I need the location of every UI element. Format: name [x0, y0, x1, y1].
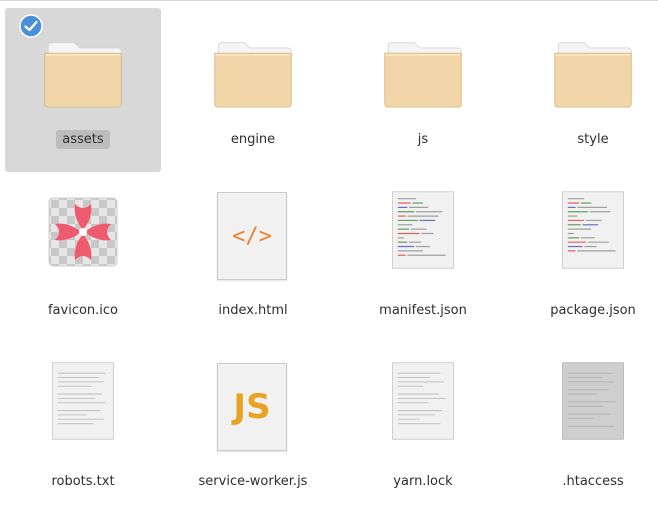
file-item-style[interactable]: style — [515, 8, 658, 172]
text-file-icon — [52, 362, 114, 440]
file-item-assets[interactable]: assets — [5, 8, 161, 172]
js-file-icon: JS — [213, 361, 293, 451]
file-item-robots-txt[interactable]: robots.txt — [5, 350, 161, 514]
file-name-label: service-worker.js — [198, 474, 308, 489]
file-item-js[interactable]: js — [345, 8, 501, 172]
file-name-label: .htaccess — [562, 474, 624, 489]
file-item-htaccess[interactable]: .htaccess — [515, 350, 658, 514]
folder-icon — [44, 42, 122, 108]
file-item-favicon[interactable]: favicon.ico — [5, 180, 161, 344]
file-grid: assets engine js style favicon.ico </> i… — [0, 0, 658, 502]
html-file-icon: </> — [213, 190, 293, 280]
js-glyph: JS — [233, 387, 271, 427]
text-file-icon — [392, 362, 454, 440]
file-name-label: js — [417, 132, 429, 147]
selection-check-icon[interactable] — [19, 14, 43, 38]
file-item-yarn-lock[interactable]: yarn.lock — [345, 350, 501, 514]
file-name-label: package.json — [550, 303, 636, 318]
image-file-icon — [48, 197, 118, 267]
file-name-label: yarn.lock — [393, 474, 453, 489]
code-file-icon — [562, 191, 624, 269]
file-name-label: index.html — [218, 303, 288, 318]
file-item-index-html[interactable]: </> index.html — [175, 180, 331, 344]
code-file-icon — [392, 191, 454, 269]
html-glyph: </> — [232, 223, 272, 249]
file-name-label: favicon.ico — [47, 303, 119, 318]
file-item-engine[interactable]: engine — [175, 8, 331, 172]
folder-icon — [554, 42, 632, 108]
folder-icon — [384, 42, 462, 108]
file-item-package-json[interactable]: package.json — [515, 180, 658, 344]
file-name-label: assets — [56, 130, 110, 149]
file-item-manifest-json[interactable]: manifest.json — [345, 180, 501, 344]
file-name-label: robots.txt — [51, 474, 115, 489]
file-name-label: manifest.json — [379, 303, 467, 318]
hidden-file-icon — [562, 362, 624, 440]
file-name-label: style — [577, 132, 609, 147]
file-name-label: engine — [230, 132, 276, 147]
folder-icon — [214, 42, 292, 108]
file-item-service-worker-js[interactable]: JS service-worker.js — [175, 350, 331, 514]
